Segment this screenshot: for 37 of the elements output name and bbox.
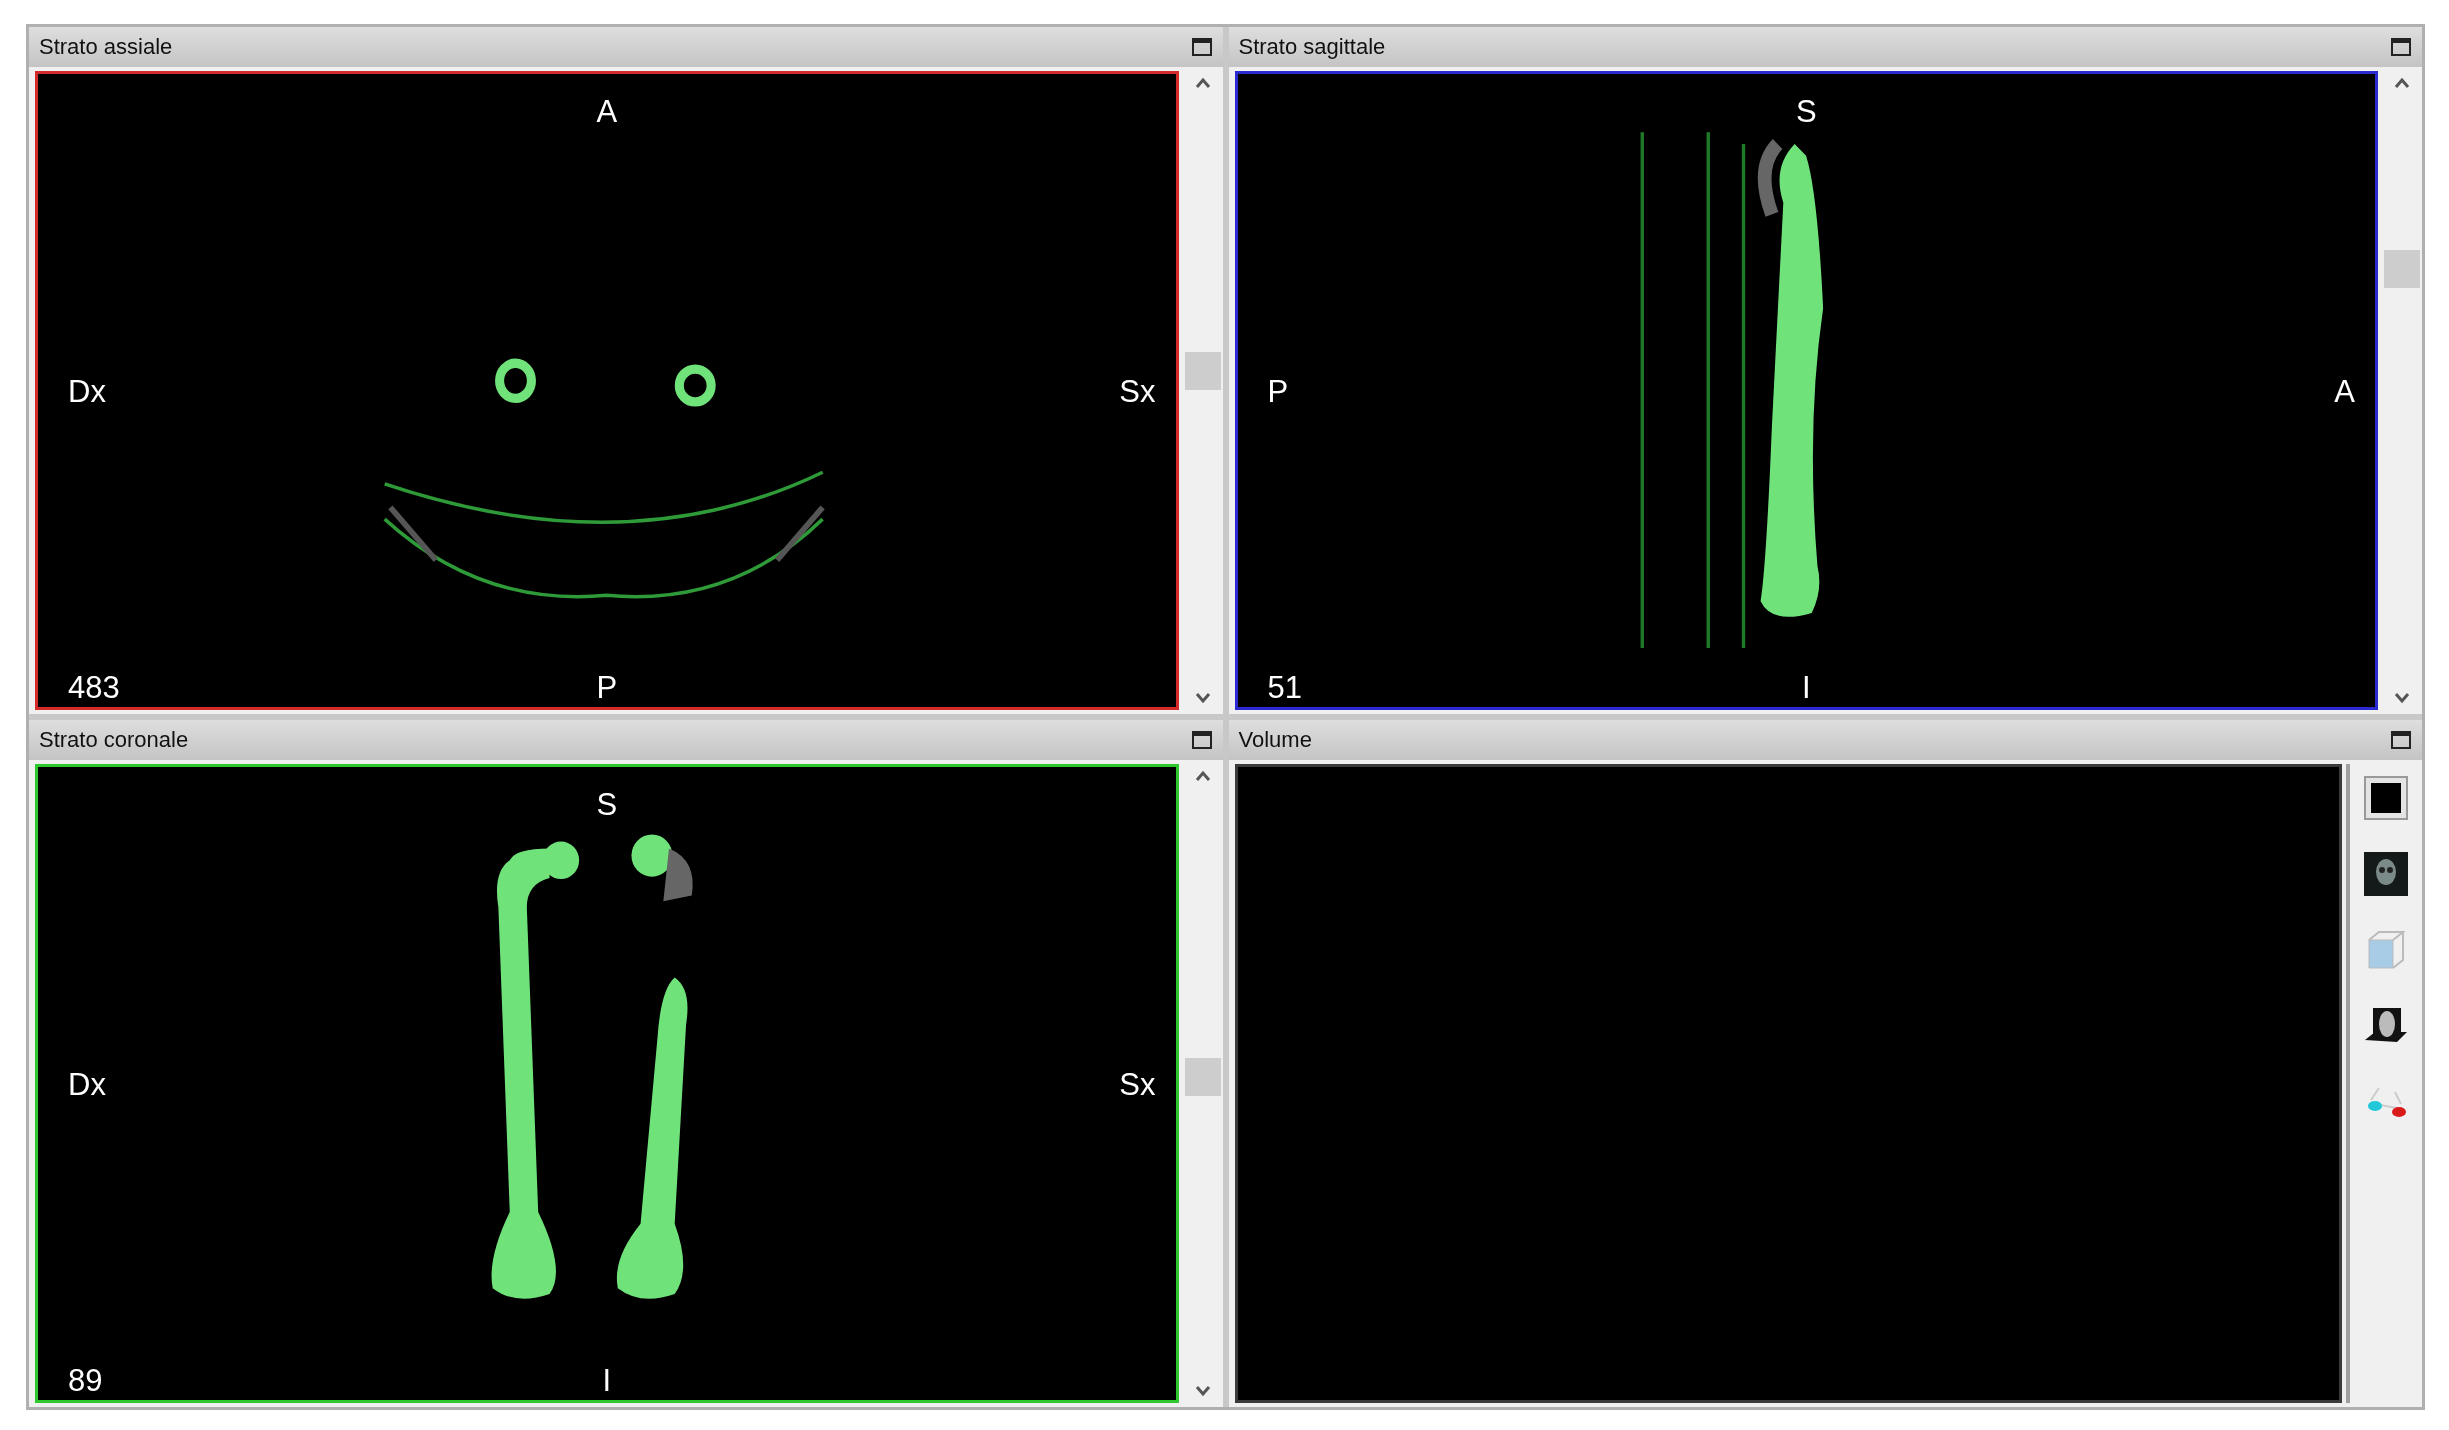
orientation-label: P [1267,375,1289,406]
filled-square-icon[interactable] [2361,774,2411,822]
slice-number: 483 [68,672,120,703]
panel-title: Strato sagittale [1238,34,1386,60]
maximize-icon[interactable] [2390,730,2412,750]
scroll-up-icon[interactable] [1193,77,1212,89]
scroll-down-icon[interactable] [1193,692,1212,704]
orientation-label: Sx [1119,375,1156,406]
image-viewport[interactable]: A Dx Sx 483 P [35,71,1179,710]
orientation-label: S [596,789,618,820]
orientation-label: A [2334,375,2355,406]
image-viewport[interactable]: S P A 51 I [1234,71,2378,710]
rendering-thumbnail-icon[interactable] [2361,850,2411,898]
panel-title: Strato assiale [39,34,173,60]
orientation-label: A [596,96,618,127]
orientation-label: Dx [68,1068,106,1099]
scroll-up-icon[interactable] [1193,770,1212,782]
scroll-down-icon[interactable] [1193,1385,1212,1397]
image-viewport[interactable]: S Dx Sx 89 I [35,764,1179,1403]
slice-number: 89 [68,1365,103,1396]
orientation-label: P [596,672,618,703]
maximize-icon[interactable] [2390,37,2412,57]
panel-title: Volume [1238,727,1312,753]
scrollbar-thumb[interactable] [1184,352,1221,391]
maximize-icon[interactable] [1190,730,1213,750]
scroll-down-icon[interactable] [2393,692,2411,704]
maximize-icon[interactable] [1190,37,1213,57]
orientation-label: I [602,1365,612,1396]
scrollbar-thumb[interactable] [2384,249,2420,288]
panel-title: Strato coronale [39,727,189,753]
slice-number: 51 [1267,672,1302,703]
scrollbar-thumb[interactable] [1184,1057,1221,1096]
orientation-label: S [1795,96,1817,127]
orientation-label: Sx [1119,1068,1156,1099]
scroll-up-icon[interactable] [2393,77,2411,89]
orientation-label: Dx [68,375,106,406]
orientation-label: I [1801,672,1811,703]
